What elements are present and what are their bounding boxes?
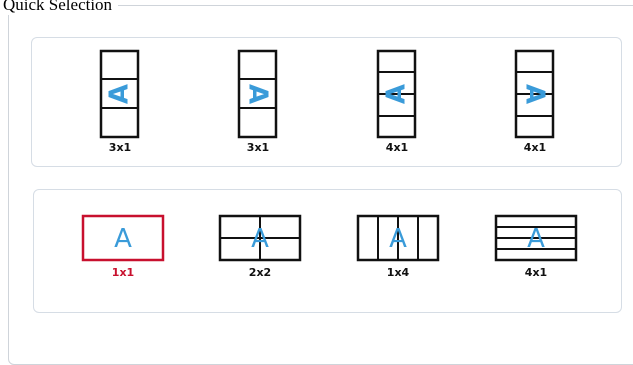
3x1-vertical-layout-flipped-icon: A bbox=[237, 49, 278, 139]
layout-option-1x4[interactable]: A 1x4 bbox=[355, 214, 441, 290]
1x1-layout-icon: A bbox=[81, 214, 165, 262]
layout-option-2x2[interactable]: A 2x2 bbox=[217, 214, 303, 290]
4x1-vertical-layout-flipped-icon: A bbox=[514, 49, 555, 139]
layout-option-label: 4x1 bbox=[524, 266, 548, 279]
layout-option-label: 2x2 bbox=[248, 266, 272, 279]
layout-option-label: 1x4 bbox=[386, 266, 410, 279]
layout-glyph: A bbox=[251, 224, 269, 254]
layout-glyph: A bbox=[527, 224, 545, 254]
layout-option-label: 4x1 bbox=[385, 141, 409, 154]
layout-option-4x1[interactable]: A 4x1 bbox=[493, 214, 579, 290]
layout-option-label: 3x1 bbox=[108, 141, 132, 154]
group-title: Quick Selection bbox=[3, 0, 119, 15]
layout-glyph: A bbox=[114, 224, 132, 254]
layout-option-label: 1x1 bbox=[111, 266, 135, 279]
layout-glyph: A bbox=[243, 84, 273, 104]
3x1-vertical-layout-icon: A bbox=[99, 49, 140, 139]
2x2-layout-icon: A bbox=[218, 214, 302, 262]
layout-option-label: 3x1 bbox=[246, 141, 270, 154]
layout-option-1x1[interactable]: A 1x1 bbox=[80, 214, 166, 290]
layout-glyph: A bbox=[105, 84, 135, 104]
4x1-layout-icon: A bbox=[494, 214, 578, 262]
1x4-layout-icon: A bbox=[356, 214, 440, 262]
layout-option-4x1-vertical-flipped[interactable]: A 4x1 bbox=[513, 49, 557, 158]
layout-option-3x1-vertical-flipped[interactable]: A 3x1 bbox=[236, 49, 280, 158]
horizontal-layouts-panel: A 1x1 A 2x2 A 1x4 A 4x1 bbox=[33, 189, 622, 313]
layout-glyph: A bbox=[520, 84, 550, 104]
layout-glyph: A bbox=[382, 84, 412, 104]
layout-option-label: 4x1 bbox=[523, 141, 547, 154]
layout-glyph: A bbox=[389, 224, 407, 254]
vertical-layouts-panel: A 3x1 A 3x1 A 4x1 A 4x1 bbox=[31, 37, 622, 167]
layout-option-3x1-vertical[interactable]: A 3x1 bbox=[98, 49, 142, 158]
4x1-vertical-layout-icon: A bbox=[376, 49, 417, 139]
layout-option-4x1-vertical[interactable]: A 4x1 bbox=[375, 49, 419, 158]
